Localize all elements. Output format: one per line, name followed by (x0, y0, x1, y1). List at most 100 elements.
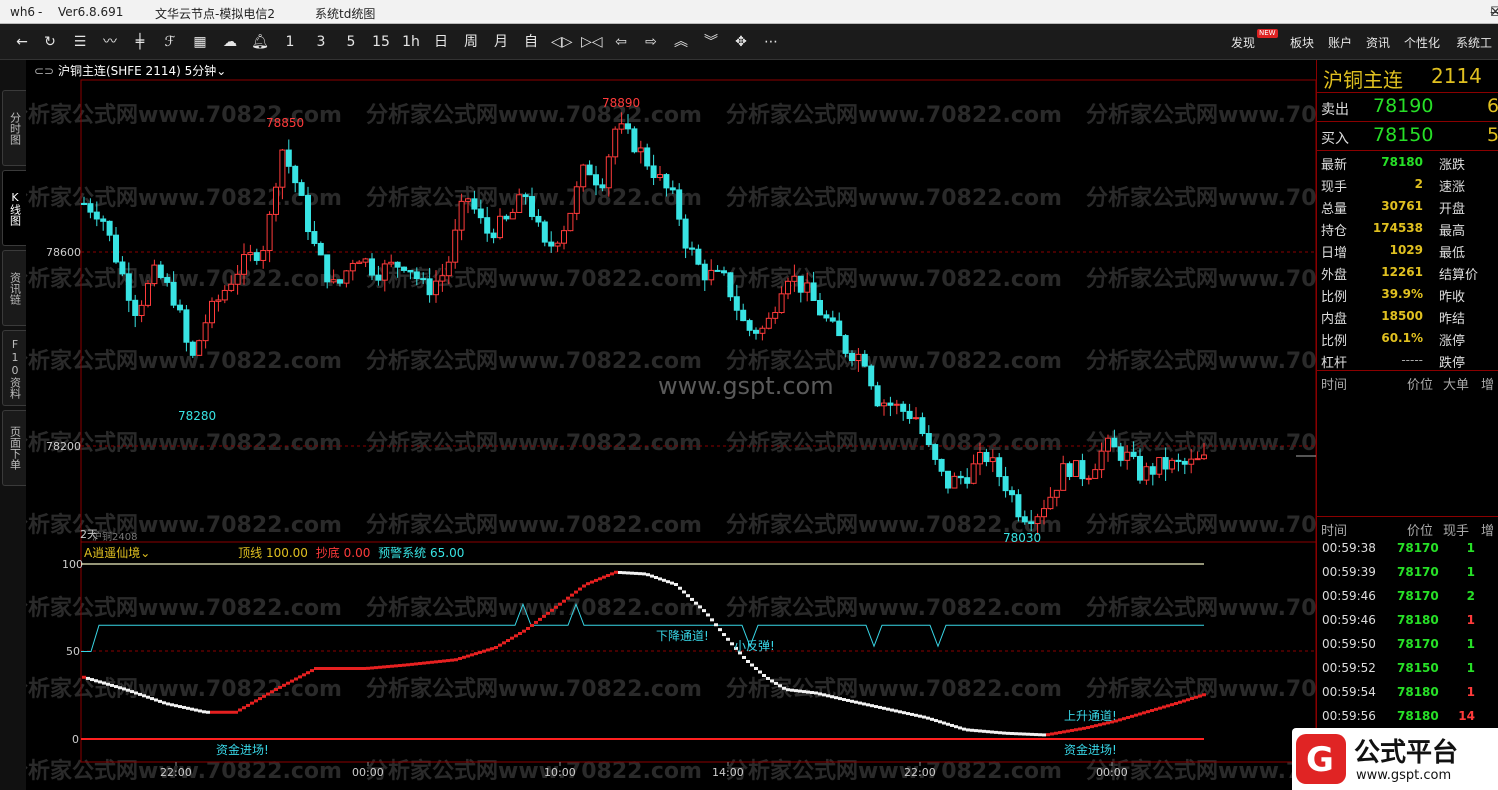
nav-account[interactable]: 账户 (1328, 34, 1352, 51)
osc-point (178, 705, 182, 709)
chevron-down-icon[interactable]: ⌄ (216, 64, 226, 78)
osc-point (114, 685, 118, 689)
refresh-icon[interactable]: ↻ (40, 32, 60, 52)
osc-point (630, 571, 634, 575)
osc-point (586, 582, 590, 586)
candle-icon[interactable]: ╪ (130, 32, 150, 52)
toolbar: ← ↻ ☰ 〰 ╪ ℱ ▦ ☁ 🔔︎ 1 3 5 15 1h 日 周 月 自 ◁… (0, 24, 1498, 60)
stat-label: 持仓 (1321, 224, 1348, 239)
osc-point (970, 728, 974, 732)
tab-order[interactable]: 页面下单 (2, 410, 26, 486)
candle-body (93, 211, 100, 220)
osc-point (182, 705, 186, 709)
period-1h[interactable]: 1h (401, 32, 421, 52)
chart-area[interactable]: 分析家公式网www.70822.com 分析家公式网www.70822.com 分析… (26, 60, 1316, 790)
osc-point (1198, 694, 1202, 698)
period-day[interactable]: 日 (431, 32, 451, 52)
osc-point (778, 684, 782, 688)
osc-point (902, 711, 906, 715)
stat-row: 持仓 174538 最高 (1317, 217, 1498, 239)
chevron-down-icon[interactable]: ⌄ (140, 546, 150, 560)
stat-row: 日增 1029 最低 (1317, 239, 1498, 261)
watermark-text: 分析家公式网www.70822.com (726, 348, 1062, 374)
osc-point (894, 709, 898, 713)
osc-point (1026, 732, 1030, 736)
osc-point (854, 700, 858, 704)
period-5[interactable]: 5 (341, 32, 361, 52)
watermark-text: 分析家公式网www.70822.com (366, 430, 702, 456)
period-3[interactable]: 3 (311, 32, 331, 52)
osc-point (662, 578, 666, 582)
osc-point (1150, 709, 1154, 712)
bell-icon[interactable]: 🔔︎ (250, 32, 270, 52)
candle-body (740, 309, 747, 322)
kline-chart[interactable]: 分析家公式网www.70822.com 分析家公式网www.70822.com 分析… (26, 60, 1316, 790)
candle-body (1156, 457, 1163, 475)
line-chart-icon[interactable]: 〰 (100, 32, 120, 52)
candle-body (804, 282, 811, 293)
candle-body (957, 475, 964, 479)
nav-discover[interactable]: 发现 NEW (1231, 29, 1278, 51)
period-week[interactable]: 周 (461, 32, 481, 52)
cloud-icon[interactable]: ☁ (220, 32, 240, 52)
indicator-layer: 下降通道! 小反弹! 上升通道! 资金进场! 资金进场! (81, 563, 1206, 757)
stat-row: 比例 60.1% 涨停 (1317, 327, 1498, 349)
grid-icon[interactable]: ▦ (190, 32, 210, 52)
candle-body (1188, 458, 1195, 465)
period-custom[interactable]: 自 (521, 32, 541, 52)
contract-label: 沪铜2408 (92, 530, 137, 543)
app-name: wh6 (10, 5, 36, 19)
stat-value: 78180 (1381, 155, 1423, 169)
osc-point (378, 665, 382, 669)
nav-news[interactable]: 资讯 (1366, 34, 1390, 51)
symbol-label[interactable]: 沪铜主连(SHFE 2114) (58, 64, 181, 78)
nav-personalize[interactable]: 个性化 (1404, 34, 1440, 51)
indicator-name[interactable]: A逍遥仙境 (84, 546, 140, 560)
list-icon[interactable]: ☰ (70, 32, 90, 52)
osc-point (610, 572, 614, 576)
annotation-fund-inflow: 资金进场! (1064, 742, 1117, 757)
tick-list[interactable]: 00:59:38 78170 1 00:59:39 78170 1 00:59:46 7817… (1317, 536, 1498, 728)
period-month[interactable]: 月 (491, 32, 511, 52)
right-arrow-icon[interactable]: ⇨ (641, 32, 661, 52)
period-label[interactable]: 5分钟 (185, 64, 217, 78)
stat-row: 内盘 18500 昨结 (1317, 305, 1498, 327)
osc-point (1202, 693, 1206, 697)
down-chevron-icon[interactable]: ︾ (701, 32, 721, 52)
back-arrow-icon[interactable]: ← (12, 32, 32, 52)
tab-timeshare[interactable]: 分时图 (2, 90, 26, 166)
tick-row: 00:59:54 78180 1 (1322, 685, 1475, 699)
up-chevron-icon[interactable]: ︽ (671, 32, 691, 52)
nav-system-tools[interactable]: 系统工 (1456, 34, 1492, 51)
tab-news-chain[interactable]: 资讯链 (2, 250, 26, 326)
crosshair-icon[interactable]: ✥ (731, 32, 751, 52)
osc-point (538, 617, 542, 621)
close-icon[interactable]: ✕ (1490, 5, 1498, 20)
candle-body (484, 217, 491, 234)
osc-point (350, 667, 354, 670)
candle-body (829, 317, 836, 322)
tab-f10[interactable]: F10资料 (2, 330, 26, 406)
osc-point (578, 587, 582, 591)
cross-candle-icon[interactable]: ℱ (160, 32, 180, 52)
left-arrow-icon[interactable]: ⇦ (611, 32, 631, 52)
osc-point (438, 659, 442, 663)
link-icon[interactable]: ⊂⊃ (34, 64, 54, 78)
candle-body (113, 234, 119, 263)
tab-kline[interactable]: K线图 (2, 170, 26, 246)
period-1[interactable]: 1 (280, 32, 300, 52)
ask-row[interactable]: 卖出 78190 6 (1317, 92, 1498, 120)
osc-point (294, 677, 298, 681)
more-icon[interactable]: ⋯ (761, 32, 781, 52)
zoom-in-icon[interactable]: ▷◁ (581, 32, 603, 52)
candle-body (650, 165, 657, 179)
osc-point (766, 676, 770, 680)
nav-sector[interactable]: 板块 (1290, 34, 1314, 51)
candle-body (1041, 508, 1047, 518)
candle-body (138, 304, 145, 316)
osc-point (530, 623, 534, 627)
zoom-out-icon[interactable]: ◁▷ (551, 32, 573, 52)
osc-point (922, 715, 926, 719)
bid-row[interactable]: 买入 78150 5 (1317, 121, 1498, 149)
period-15[interactable]: 15 (371, 32, 391, 52)
